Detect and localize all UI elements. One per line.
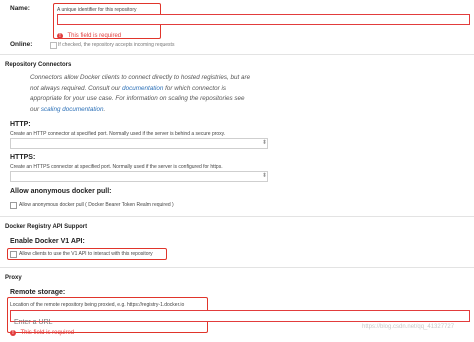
divider xyxy=(0,54,474,55)
name-help-text: A unique identifier for this repository xyxy=(57,7,137,13)
connectors-description-text-3: . xyxy=(103,105,106,113)
exclamation-circle-icon: ! xyxy=(57,32,63,39)
remote-storage-input[interactable] xyxy=(10,310,470,328)
enable-v1-help-text: Allow clients to use the V1 API to inter… xyxy=(19,251,153,257)
remote-storage-error-text: This field is required xyxy=(20,329,75,336)
proxy-title: Proxy xyxy=(5,275,22,281)
repository-connectors-title: Repository Connectors xyxy=(5,62,72,68)
anonymous-pull-label: Allow anonymous docker pull: xyxy=(10,188,112,195)
scaling-documentation-link[interactable]: scaling documentation xyxy=(41,106,104,113)
divider xyxy=(0,267,474,268)
chevron-updown-icon[interactable]: ⬍ xyxy=(262,172,267,179)
connectors-description: Connectors allow Docker clients to conne… xyxy=(30,73,255,115)
online-help-text: If checked, the repository accepts incom… xyxy=(58,42,175,48)
online-checkbox[interactable] xyxy=(50,42,57,49)
https-port-input[interactable] xyxy=(10,171,268,182)
http-help-text: Create an HTTP connector at specified po… xyxy=(10,131,226,137)
anonymous-pull-checkbox[interactable] xyxy=(10,202,17,209)
remote-storage-error: ! This field is required xyxy=(10,324,74,342)
enable-v1-label: Enable Docker V1 API: xyxy=(10,238,85,245)
name-input[interactable] xyxy=(57,14,470,25)
remote-storage-label: Remote storage: xyxy=(10,289,66,296)
http-port-input[interactable] xyxy=(10,138,268,149)
enable-v1-checkbox[interactable] xyxy=(10,251,17,258)
exclamation-circle-icon: ! xyxy=(10,329,16,336)
docker-registry-api-title: Docker Registry API Support xyxy=(5,224,88,230)
https-help-text: Create an HTTPS connector at specified p… xyxy=(10,164,223,170)
name-label: Name: xyxy=(10,5,30,12)
https-label: HTTPS: xyxy=(10,154,36,161)
documentation-link[interactable]: documentation xyxy=(122,85,163,92)
name-error-text: This field is required xyxy=(67,32,122,39)
remote-storage-help-text: Location of the remote repository being … xyxy=(10,302,185,308)
watermark: https://blog.csdn.net/qq_41327727 xyxy=(362,324,455,330)
online-label: Online: xyxy=(10,41,33,48)
anonymous-pull-help-text: Allow anonymous docker pull ( Docker Bea… xyxy=(19,202,174,208)
http-label: HTTP: xyxy=(10,121,31,128)
chevron-updown-icon[interactable]: ⬍ xyxy=(262,139,267,146)
divider xyxy=(0,216,474,217)
